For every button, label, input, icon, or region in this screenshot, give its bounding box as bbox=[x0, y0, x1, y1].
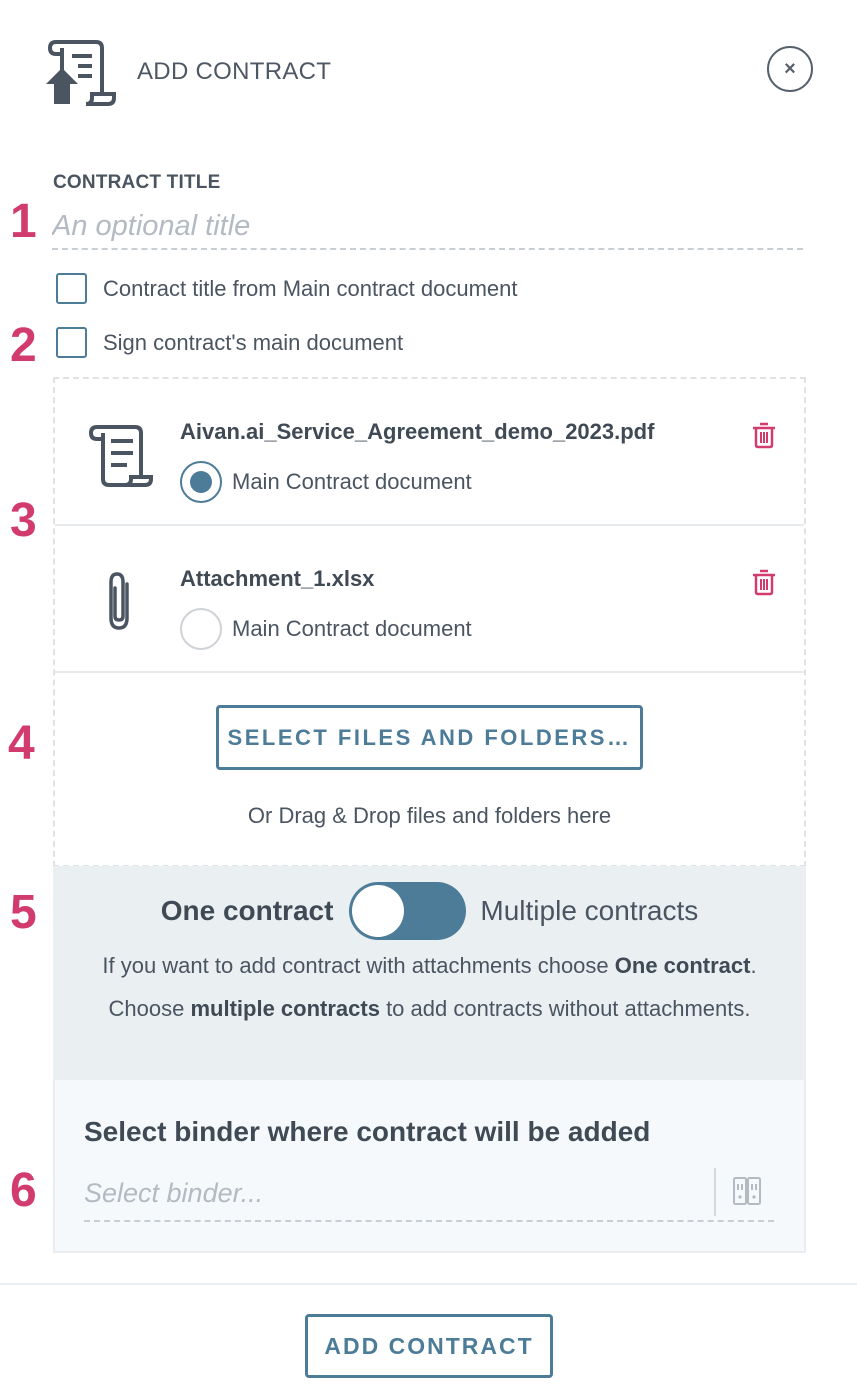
trash-icon[interactable] bbox=[752, 421, 776, 449]
file-list-item: Aivan.ai_Service_Agreement_demo_2023.pdf… bbox=[55, 379, 804, 526]
step-number-3: 3 bbox=[10, 494, 37, 547]
sign-main-doc-checkbox-row[interactable]: Sign contract's main document bbox=[56, 327, 403, 358]
one-contract-label[interactable]: One contract bbox=[161, 895, 334, 927]
paperclip-icon bbox=[87, 566, 155, 636]
step-number-2: 2 bbox=[10, 319, 37, 372]
file-list-item: Attachment_1.xlsx Main Contract document bbox=[55, 526, 804, 673]
multiple-contracts-label[interactable]: Multiple contracts bbox=[480, 895, 698, 927]
title-from-main-doc-checkbox[interactable] bbox=[56, 273, 87, 304]
footer-divider bbox=[0, 1283, 857, 1285]
binder-input[interactable] bbox=[84, 1168, 704, 1218]
add-contract-icon bbox=[42, 38, 118, 108]
file-name: Aivan.ai_Service_Agreement_demo_2023.pdf bbox=[180, 419, 655, 444]
document-scroll-icon bbox=[87, 419, 155, 489]
binder-divider bbox=[714, 1168, 716, 1216]
file-name: Attachment_1.xlsx bbox=[180, 566, 375, 591]
step-number-6: 6 bbox=[10, 1164, 37, 1217]
main-doc-radio-row[interactable]: Main Contract document bbox=[180, 461, 472, 503]
binder-title: Select binder where contract will be add… bbox=[84, 1116, 651, 1147]
desc-bold-multiple-contracts: multiple contracts bbox=[190, 996, 380, 1021]
contract-mode-toggle-row: One contract Multiple contracts bbox=[53, 882, 806, 940]
file-drop-panel[interactable]: Aivan.ai_Service_Agreement_demo_2023.pdf… bbox=[53, 377, 806, 867]
title-from-main-doc-checkbox-row[interactable]: Contract title from Main contract docume… bbox=[56, 273, 518, 304]
close-icon: × bbox=[784, 57, 796, 80]
main-doc-radio-label: Main Contract document bbox=[232, 616, 472, 641]
step-number-4: 4 bbox=[8, 717, 35, 770]
binder-section: Select binder where contract will be add… bbox=[53, 1080, 806, 1253]
step-number-1: 1 bbox=[10, 195, 37, 248]
contract-title-label: CONTRACT TITLE bbox=[53, 172, 221, 193]
page-title: ADD CONTRACT bbox=[137, 58, 332, 85]
contract-title-input[interactable] bbox=[52, 204, 803, 250]
contract-mode-description: If you want to add contract with attachm… bbox=[83, 944, 776, 1030]
step-number-5: 5 bbox=[10, 886, 37, 939]
contract-mode-toggle[interactable] bbox=[349, 882, 467, 940]
binder-icon[interactable] bbox=[732, 1176, 762, 1206]
contract-mode-section: One contract Multiple contracts If you w… bbox=[53, 866, 806, 1080]
desc-text: to add contracts without attachments. bbox=[379, 996, 751, 1021]
drag-drop-hint: Or Drag & Drop files and folders here bbox=[247, 803, 612, 828]
main-doc-radio[interactable] bbox=[180, 461, 222, 503]
main-doc-radio-label: Main Contract document bbox=[232, 469, 472, 494]
desc-text: If you want to add contract with attachm… bbox=[102, 953, 615, 978]
sign-main-doc-checkbox[interactable] bbox=[56, 327, 87, 358]
toggle-knob[interactable] bbox=[352, 885, 405, 937]
trash-icon[interactable] bbox=[752, 568, 776, 596]
add-contract-button[interactable]: ADD CONTRACT bbox=[305, 1314, 553, 1378]
title-from-main-doc-label: Contract title from Main contract docume… bbox=[103, 275, 518, 301]
sign-main-doc-label: Sign contract's main document bbox=[103, 329, 404, 355]
select-files-button[interactable]: SELECT FILES AND FOLDERS… bbox=[216, 705, 643, 770]
main-doc-radio-row[interactable]: Main Contract document bbox=[180, 608, 472, 650]
close-button[interactable]: × bbox=[767, 46, 813, 92]
binder-select[interactable] bbox=[84, 1168, 774, 1222]
main-doc-radio[interactable] bbox=[180, 608, 222, 650]
desc-bold-one-contract: One contract bbox=[614, 953, 751, 978]
